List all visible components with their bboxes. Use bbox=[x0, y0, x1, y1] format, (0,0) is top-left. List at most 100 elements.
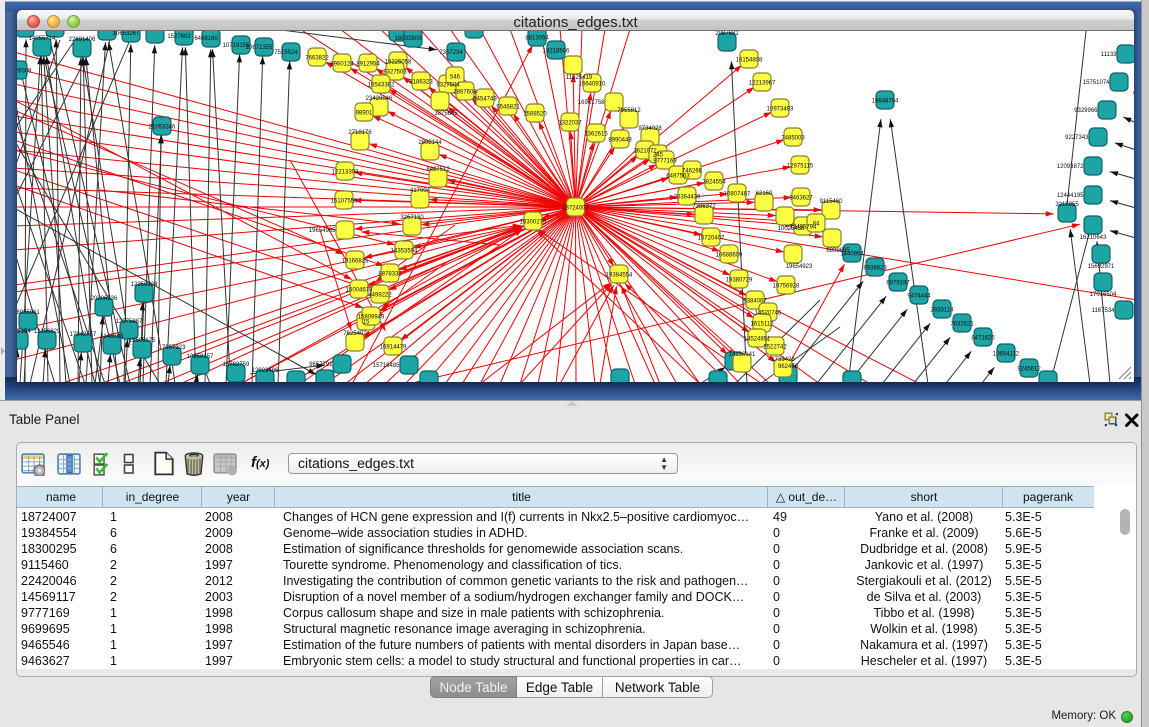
svg-text:7625402: 7625402 bbox=[343, 331, 367, 337]
svg-text:4498222: 4498222 bbox=[368, 293, 392, 299]
svg-text:7955812: 7955812 bbox=[617, 108, 641, 114]
svg-text:10654112: 10654112 bbox=[993, 352, 1020, 358]
svg-text:12923486: 12923486 bbox=[252, 368, 279, 374]
svg-text:19654923: 19654923 bbox=[786, 264, 813, 270]
svg-text:19380729: 19380729 bbox=[726, 278, 753, 284]
svg-text:3215955: 3215955 bbox=[1055, 202, 1079, 208]
svg-text:12156829: 12156829 bbox=[34, 329, 61, 335]
svg-text:9115460: 9115460 bbox=[820, 199, 844, 205]
svg-text:8990448: 8990448 bbox=[608, 138, 632, 144]
svg-text:1615112: 1615112 bbox=[751, 322, 775, 328]
svg-text:18300275: 18300275 bbox=[520, 220, 547, 226]
svg-text:9329966: 9329966 bbox=[1074, 108, 1098, 114]
svg-text:17942757: 17942757 bbox=[70, 332, 97, 338]
svg-text:8960124: 8960124 bbox=[330, 62, 354, 68]
svg-text:12975887: 12975887 bbox=[116, 319, 143, 325]
svg-text:417004: 417004 bbox=[410, 188, 431, 194]
svg-text:16914479: 16914479 bbox=[380, 345, 407, 351]
svg-text:7632621: 7632621 bbox=[950, 322, 974, 328]
svg-text:15716485: 15716485 bbox=[373, 363, 400, 369]
svg-text:19756928: 19756928 bbox=[773, 284, 800, 290]
svg-text:16210643: 16210643 bbox=[1080, 235, 1107, 241]
svg-text:12444195: 12444195 bbox=[1057, 193, 1084, 199]
svg-text:10653267: 10653267 bbox=[113, 31, 140, 37]
svg-text:1733426: 1733426 bbox=[771, 357, 795, 363]
svg-text:10807487: 10807487 bbox=[724, 192, 751, 198]
svg-text:21053346: 21053346 bbox=[149, 125, 176, 131]
svg-text:1362615: 1362615 bbox=[584, 132, 608, 138]
svg-text:7663822: 7663822 bbox=[305, 56, 329, 62]
svg-text:19384554: 19384554 bbox=[606, 273, 633, 279]
svg-text:546: 546 bbox=[450, 75, 461, 81]
svg-text:84: 84 bbox=[813, 222, 820, 228]
svg-text:2522742: 2522742 bbox=[763, 345, 787, 351]
svg-text:8427512: 8427512 bbox=[426, 167, 450, 173]
svg-text:1145193: 1145193 bbox=[101, 334, 125, 340]
svg-text:9384067: 9384067 bbox=[743, 299, 767, 305]
svg-text:8878332: 8878332 bbox=[378, 272, 402, 278]
svg-text:15720407: 15720407 bbox=[698, 236, 725, 242]
svg-text:10973493: 10973493 bbox=[767, 107, 794, 113]
svg-text:2867608: 2867608 bbox=[453, 90, 477, 96]
svg-text:26726009: 26726009 bbox=[17, 69, 32, 75]
svg-text:16961758: 16961758 bbox=[578, 100, 605, 106]
svg-text:10671355: 10671355 bbox=[246, 45, 273, 51]
svg-text:12213303: 12213303 bbox=[332, 170, 359, 176]
svg-text:14055714: 14055714 bbox=[29, 36, 56, 42]
svg-text:6466160: 6466160 bbox=[194, 36, 218, 42]
svg-text:2718176: 2718176 bbox=[348, 130, 372, 136]
svg-text:9327503: 9327503 bbox=[383, 70, 407, 76]
svg-text:746266: 746266 bbox=[682, 169, 703, 175]
svg-text:14136141: 14136141 bbox=[729, 352, 756, 358]
svg-text:8186323: 8186323 bbox=[409, 80, 433, 86]
svg-text:16648784: 16648784 bbox=[872, 99, 899, 105]
svg-text:10958157: 10958157 bbox=[187, 354, 214, 360]
svg-text:19166825: 19166825 bbox=[342, 259, 369, 265]
svg-text:14520746: 14520746 bbox=[755, 311, 782, 317]
svg-text:23420046: 23420046 bbox=[366, 96, 393, 102]
svg-text:16033809: 16033809 bbox=[395, 36, 422, 42]
svg-text:3824554: 3824554 bbox=[702, 180, 726, 186]
svg-text:16107553: 16107553 bbox=[331, 199, 358, 205]
svg-text:7485003: 7485003 bbox=[781, 136, 805, 142]
svg-text:15751074: 15751074 bbox=[1083, 80, 1110, 86]
svg-text:1527602: 1527602 bbox=[167, 34, 191, 40]
svg-text:8471626: 8471626 bbox=[971, 336, 995, 342]
svg-text:16154808: 16154808 bbox=[736, 58, 763, 64]
svg-text:10688609: 10688609 bbox=[716, 253, 743, 259]
svg-text:9734028: 9734028 bbox=[638, 126, 662, 132]
svg-text:2803144: 2803144 bbox=[418, 140, 442, 146]
svg-text:11325419: 11325419 bbox=[566, 75, 593, 81]
svg-text:7386372: 7386372 bbox=[692, 204, 716, 210]
svg-text:9474444: 9474444 bbox=[907, 294, 931, 300]
svg-text:8912954: 8912954 bbox=[356, 62, 380, 68]
svg-text:20206536: 20206536 bbox=[91, 296, 118, 302]
svg-text:17016504: 17016504 bbox=[1090, 292, 1117, 298]
svg-text:8813054: 8813054 bbox=[525, 36, 549, 42]
svg-text:2933114: 2933114 bbox=[931, 308, 955, 314]
svg-text:16782759: 16782759 bbox=[223, 362, 250, 368]
svg-text:7515524: 7515524 bbox=[274, 50, 298, 56]
svg-text:19218506: 19218506 bbox=[543, 49, 570, 55]
svg-text:6879197: 6879197 bbox=[886, 281, 910, 287]
svg-text:12093872: 12093872 bbox=[1057, 164, 1084, 170]
svg-text:14524851: 14524851 bbox=[744, 337, 771, 343]
svg-text:98901: 98901 bbox=[356, 111, 373, 117]
svg-text:1588520: 1588520 bbox=[523, 112, 547, 118]
svg-text:9227343: 9227343 bbox=[1065, 135, 1089, 141]
svg-text:962450: 962450 bbox=[778, 364, 799, 370]
svg-text:12505175: 12505175 bbox=[129, 338, 156, 344]
svg-text:9546821: 9546821 bbox=[496, 105, 520, 111]
svg-text:8938923: 8938923 bbox=[863, 266, 887, 272]
svg-text:6899695: 6899695 bbox=[826, 248, 850, 254]
svg-text:15809949: 15809949 bbox=[358, 315, 385, 321]
svg-text:15226058: 15226058 bbox=[385, 60, 412, 66]
svg-text:9657791: 9657791 bbox=[309, 362, 333, 368]
svg-text:17957223: 17957223 bbox=[159, 345, 186, 351]
svg-text:1167534: 1167534 bbox=[1092, 308, 1116, 314]
svg-text:7357234: 7357234 bbox=[439, 50, 463, 56]
svg-text:8935061: 8935061 bbox=[17, 310, 40, 316]
svg-text:22691406: 22691406 bbox=[69, 37, 96, 43]
svg-text:62160: 62160 bbox=[756, 191, 773, 197]
svg-text:9245612: 9245612 bbox=[1017, 367, 1041, 373]
